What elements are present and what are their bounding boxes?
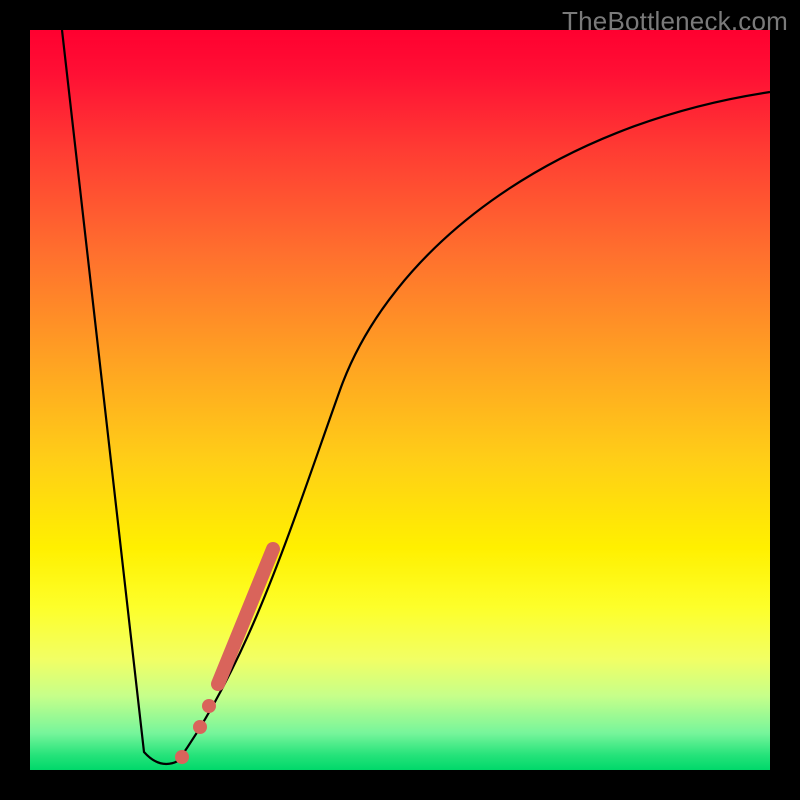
marker-dot-1 xyxy=(202,699,216,713)
plot-area xyxy=(30,30,770,770)
marker-thick-segment xyxy=(218,549,273,684)
marker-dot-3 xyxy=(175,750,189,764)
marker-dot-2 xyxy=(193,720,207,734)
curve-layer xyxy=(30,30,770,770)
chart-frame: TheBottleneck.com xyxy=(0,0,800,800)
bottleneck-curve xyxy=(62,30,770,764)
